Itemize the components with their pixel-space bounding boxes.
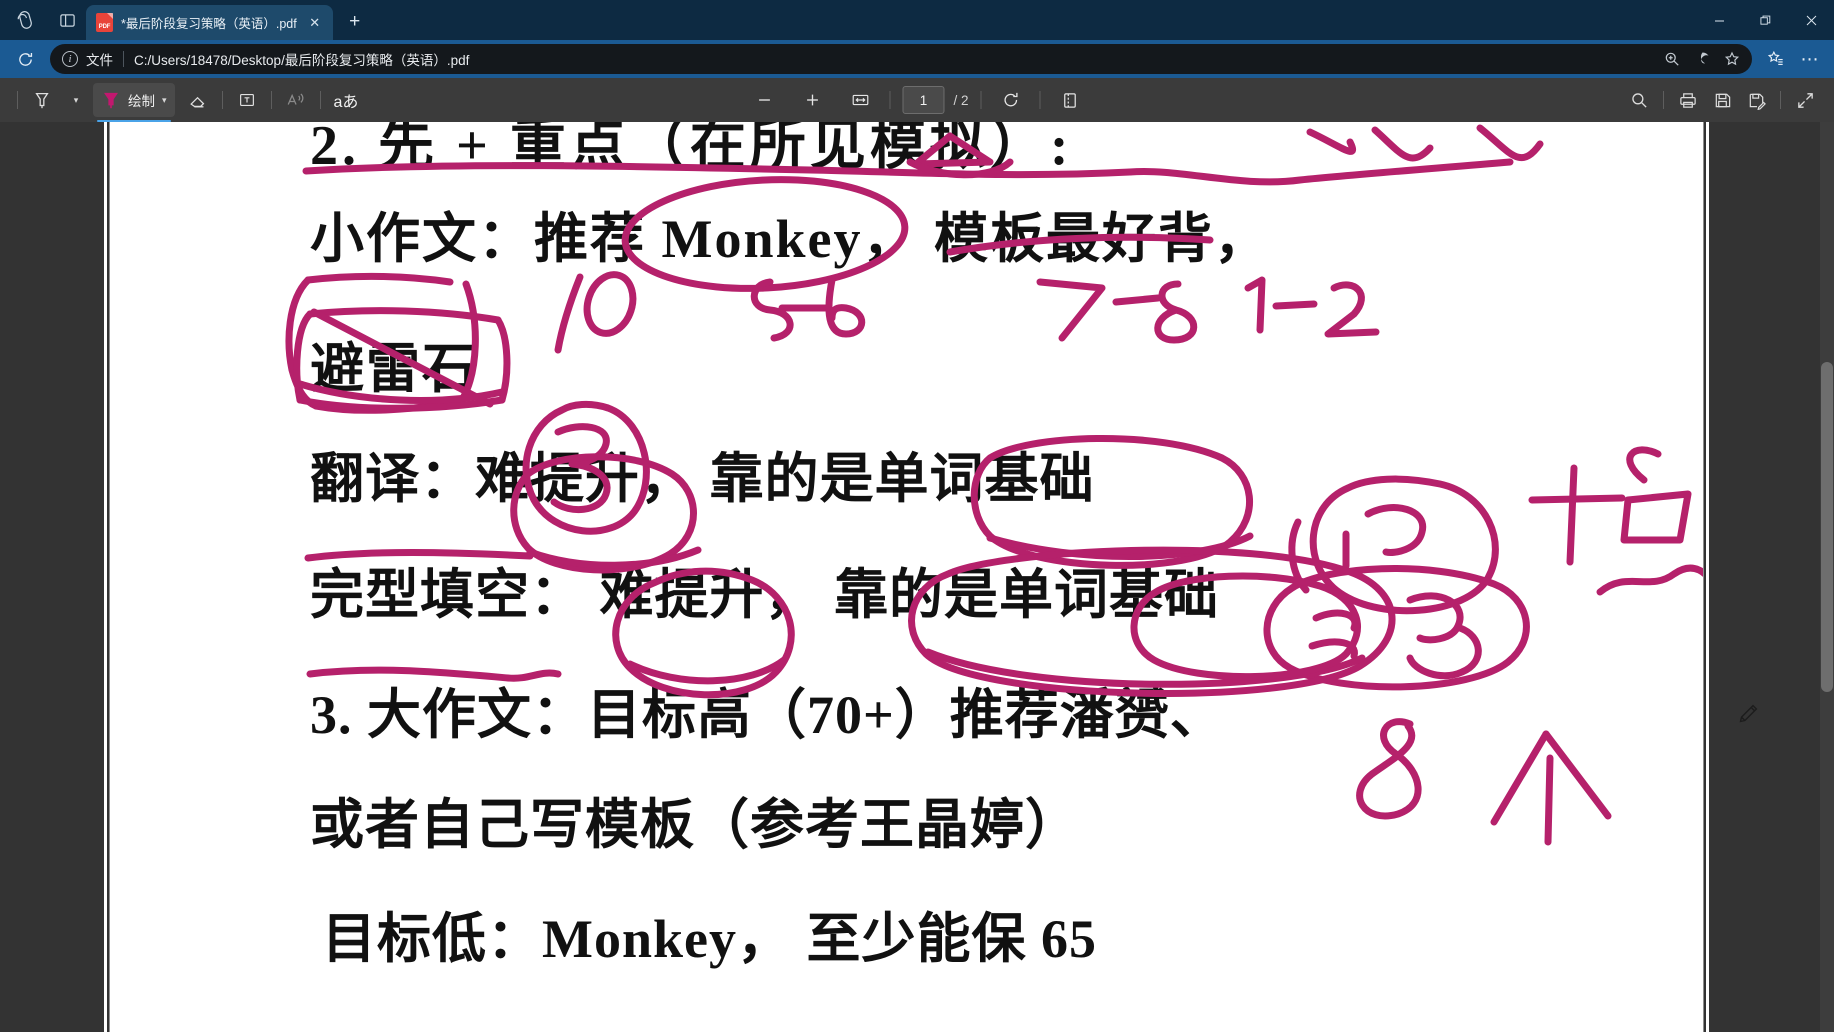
doc-line: 目标低：Monkey， 至少能保 65 [322, 909, 1097, 969]
highlighter-chevron-down-icon[interactable]: ▾ [59, 84, 93, 116]
pdf-page[interactable]: 2. 先 + 重点（在所见模拟）: 小作文：推荐 Monkey， 模板最好背， … [110, 122, 1758, 1032]
new-tab-button[interactable]: + [339, 7, 371, 37]
pdf-viewer[interactable]: 2. 先 + 重点（在所见模拟）: 小作文：推荐 Monkey， 模板最好背， … [0, 122, 1834, 1032]
draw-tool-label: 绘制 [128, 94, 155, 109]
toolbar-divider [17, 91, 18, 109]
omnibox-actions [1658, 46, 1746, 72]
pdf-tools-right [1622, 84, 1822, 116]
reload-icon[interactable] [8, 44, 42, 74]
url-text: C:/Users/18478/Desktop/最后阶段复习策略（英语）.pdf [134, 53, 470, 68]
save-as-button[interactable] [1739, 84, 1773, 116]
titlebar-left-icons [0, 0, 86, 40]
tab-strip: PDF *最后阶段复习策略（英语）.pdf ✕ + [86, 0, 371, 40]
browser-tab[interactable]: PDF *最后阶段复习策略（英语）.pdf ✕ [86, 5, 333, 40]
translate-tool-button[interactable]: aあ [328, 84, 365, 116]
tab-title: *最后阶段复习策略（英语）.pdf [121, 17, 297, 31]
zoom-in-button[interactable] [795, 84, 829, 116]
zoom-out-button[interactable] [747, 84, 781, 116]
close-window-button[interactable] [1788, 0, 1834, 40]
site-info-icon[interactable]: i [62, 51, 78, 67]
omnibox[interactable]: i 文件 C:/Users/18478/Desktop/最后阶段复习策略（英语）… [50, 44, 1752, 74]
close-icon[interactable]: ✕ [305, 13, 325, 33]
omnibox-divider [123, 51, 124, 67]
page-view-button[interactable] [1053, 84, 1087, 116]
eraser-tool-button[interactable] [181, 84, 215, 116]
page-right-edge [1706, 122, 1709, 1032]
address-bar: i 文件 C:/Users/18478/Desktop/最后阶段复习策略（英语）… [0, 40, 1834, 78]
rotate-button[interactable] [994, 84, 1028, 116]
title-bar: PDF *最后阶段复习策略（英语）.pdf ✕ + [0, 0, 1834, 40]
minimize-button[interactable] [1696, 0, 1742, 40]
page-total-label: / 2 [953, 92, 969, 108]
browser-window: PDF *最后阶段复习策略（英语）.pdf ✕ + i 文件 C:/Users/… [0, 0, 1834, 1032]
pdf-tools-left: ▾ 绘制 ▾ aあ [0, 83, 365, 122]
collections-icon[interactable] [1760, 44, 1792, 74]
toolbar-divider [980, 91, 982, 109]
maximize-restore-button[interactable] [1742, 0, 1788, 40]
pdf-toolbar: ▾ 绘制 ▾ aあ 1 / 2 [0, 78, 1834, 122]
doc-line: 或者自己写模板（参考王晶婷） [310, 795, 1080, 855]
draw-chevron-down-icon[interactable]: ▾ [162, 95, 167, 106]
fit-to-width-button[interactable] [843, 84, 877, 116]
doc-line: 小作文：推荐 Monkey， 模板最好背， [310, 209, 1270, 269]
page-number-input[interactable] [902, 86, 945, 114]
draw-tool-button[interactable]: 绘制 ▾ [93, 83, 175, 122]
print-button[interactable] [1671, 84, 1705, 116]
scrollbar-thumb[interactable] [1821, 362, 1833, 692]
toolbar-divider [319, 91, 321, 109]
read-aloud-tool-button[interactable] [279, 84, 313, 116]
toolbar-divider [1039, 91, 1041, 109]
save-button[interactable] [1705, 84, 1739, 116]
doc-line: 完型填空： 难提升， 靠的是单词基础 [310, 565, 1219, 625]
toolbar-divider [889, 91, 891, 109]
doc-line: 避雷石 [310, 339, 478, 399]
pdf-page-controls: / 2 [747, 84, 1086, 116]
vertical-scrollbar[interactable] [1820, 122, 1834, 1032]
toolbar-divider [270, 91, 272, 109]
doc-line: 3. 大作文：目标高（70+）推荐潘赟、 [310, 685, 1225, 745]
translate-label: aあ [333, 94, 359, 111]
doc-line: 翻译：难提升， 靠的是单词基础 [310, 449, 1095, 509]
doc-line: 2. 先 + 重点（在所见模拟）: [310, 122, 1073, 177]
search-button[interactable] [1622, 84, 1656, 116]
fullscreen-button[interactable] [1788, 84, 1822, 116]
toolbar-divider [221, 91, 223, 109]
toolbar-divider [1663, 91, 1664, 109]
highlighter-tool-button[interactable] [25, 84, 59, 116]
file-scheme-label: 文件 [86, 53, 113, 68]
pencil-cursor-icon [1739, 704, 1758, 723]
favorite-star-icon[interactable] [1718, 46, 1746, 72]
pdf-file-icon: PDF [96, 13, 113, 32]
settings-more-icon[interactable]: ⋯ [1794, 44, 1826, 74]
zoom-in-icon[interactable] [1658, 46, 1686, 72]
copilot-icon[interactable] [1688, 46, 1716, 72]
add-text-tool-button[interactable] [230, 84, 264, 116]
window-controls [1696, 0, 1834, 40]
tab-actions-icon[interactable] [48, 4, 86, 36]
browser-actions: ⋯ [1760, 44, 1826, 74]
toolbar-divider [1780, 91, 1781, 109]
copilot-icon[interactable] [6, 4, 44, 36]
page-left-edge [104, 122, 107, 1032]
